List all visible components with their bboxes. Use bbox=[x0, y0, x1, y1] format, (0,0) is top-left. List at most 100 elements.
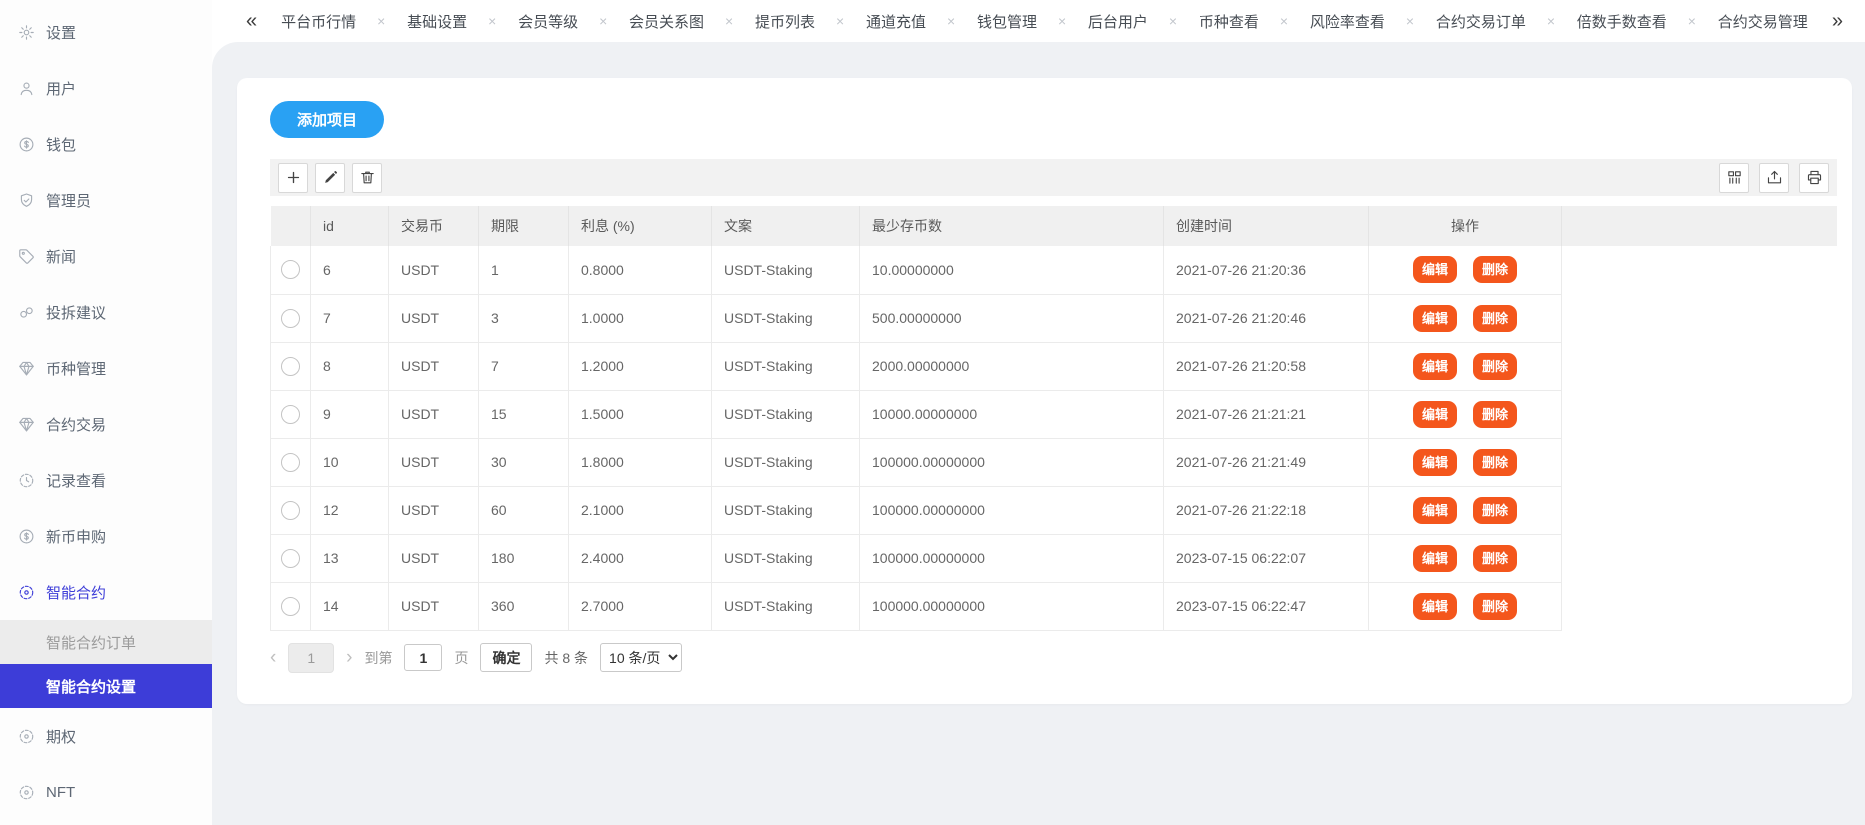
tab-item-6[interactable]: 钱包管理 × bbox=[977, 11, 1066, 32]
delete-row-button[interactable] bbox=[352, 163, 382, 193]
tab-item-2[interactable]: 会员等级 × bbox=[518, 11, 607, 32]
prev-page-button[interactable]: ‹ bbox=[270, 648, 276, 667]
current-page-button[interactable]: 1 bbox=[288, 643, 334, 673]
sidebar-item-news[interactable]: 新闻 bbox=[0, 228, 212, 284]
tab-item-10[interactable]: 合约交易订单 × bbox=[1436, 11, 1555, 32]
cell-id: 13 bbox=[311, 534, 389, 582]
row-radio[interactable] bbox=[281, 549, 300, 568]
tab-item-7[interactable]: 后台用户 × bbox=[1088, 11, 1177, 32]
coin-icon bbox=[17, 527, 35, 545]
sidebar-item-label: 新币申购 bbox=[46, 526, 106, 547]
tab-label[interactable]: 后台用户 bbox=[1088, 11, 1148, 32]
tab-close-icon[interactable]: × bbox=[1406, 13, 1414, 29]
collapse-tabs-left-icon[interactable]: « bbox=[246, 11, 257, 31]
tab-item-12[interactable]: 合约交易管理 bbox=[1718, 11, 1808, 32]
tab-close-icon[interactable]: × bbox=[725, 13, 733, 29]
main-area: « 平台币行情×基础设置×会员等级×会员关系图×提币列表×通道充值×钱包管理×后… bbox=[212, 0, 1865, 825]
tab-item-8[interactable]: 币种查看 × bbox=[1199, 11, 1288, 32]
row-radio[interactable] bbox=[281, 260, 300, 279]
delete-button[interactable]: 删除 bbox=[1473, 545, 1517, 572]
sidebar-item-coin-manage[interactable]: 币种管理 bbox=[0, 340, 212, 396]
page-size-select[interactable]: 10 条/页 bbox=[600, 643, 682, 672]
tab-item-11[interactable]: 倍数手数查看 × bbox=[1577, 11, 1696, 32]
sidebar-item-nft[interactable]: NFT bbox=[0, 764, 212, 820]
delete-button[interactable]: 删除 bbox=[1473, 401, 1517, 428]
tab-close-icon[interactable]: × bbox=[1688, 13, 1696, 29]
edit-button[interactable]: 编辑 bbox=[1413, 401, 1457, 428]
row-radio[interactable] bbox=[281, 405, 300, 424]
delete-button[interactable]: 删除 bbox=[1473, 593, 1517, 620]
column-header: 期限 bbox=[479, 206, 569, 246]
tab-label[interactable]: 会员关系图 bbox=[629, 11, 704, 32]
sidebar-item-new-coin-subscribe[interactable]: 新币申购 bbox=[0, 508, 212, 564]
cell-id: 7 bbox=[311, 294, 389, 342]
sidebar-item-suggestions[interactable]: 投拆建议 bbox=[0, 284, 212, 340]
sidebar-item-smart-contract[interactable]: 智能合约 bbox=[0, 564, 212, 620]
tab-close-icon[interactable]: × bbox=[1169, 13, 1177, 29]
edit-button[interactable]: 编辑 bbox=[1413, 353, 1457, 380]
delete-button[interactable]: 删除 bbox=[1473, 449, 1517, 476]
tab-label[interactable]: 合约交易管理 bbox=[1718, 11, 1808, 32]
add-item-button[interactable]: 添加项目 bbox=[270, 101, 384, 138]
tab-label[interactable]: 提币列表 bbox=[755, 11, 815, 32]
edit-row-button[interactable] bbox=[315, 163, 345, 193]
tab-close-icon[interactable]: × bbox=[947, 13, 955, 29]
delete-button[interactable]: 删除 bbox=[1473, 497, 1517, 524]
sidebar-item-users[interactable]: 用户 bbox=[0, 60, 212, 116]
tab-label[interactable]: 会员等级 bbox=[518, 11, 578, 32]
sidebar-item-contract-trade[interactable]: 合约交易 bbox=[0, 396, 212, 452]
edit-button[interactable]: 编辑 bbox=[1413, 497, 1457, 524]
tab-close-icon[interactable]: × bbox=[599, 13, 607, 29]
row-actions-cell: 编辑删除 bbox=[1369, 582, 1562, 630]
sidebar-item-record-view[interactable]: 记录查看 bbox=[0, 452, 212, 508]
sidebar-item-smart-contract-settings[interactable]: 智能合约设置 bbox=[0, 664, 212, 708]
tab-label[interactable]: 风险率查看 bbox=[1310, 11, 1385, 32]
tab-label[interactable]: 倍数手数查看 bbox=[1577, 11, 1667, 32]
edit-button[interactable]: 编辑 bbox=[1413, 305, 1457, 332]
collapse-tabs-right-icon[interactable]: » bbox=[1832, 11, 1843, 31]
sidebar-item-smart-contract-orders[interactable]: 智能合约订单 bbox=[0, 620, 212, 664]
edit-button[interactable]: 编辑 bbox=[1413, 256, 1457, 283]
row-radio[interactable] bbox=[281, 357, 300, 376]
sidebar-item-settings[interactable]: 设置 bbox=[0, 4, 212, 60]
tab-item-5[interactable]: 通道充值 × bbox=[866, 11, 955, 32]
tab-close-icon[interactable]: × bbox=[1058, 13, 1066, 29]
add-row-button[interactable] bbox=[278, 163, 308, 193]
tab-item-9[interactable]: 风险率查看 × bbox=[1310, 11, 1414, 32]
tab-close-icon[interactable]: × bbox=[1280, 13, 1288, 29]
edit-button[interactable]: 编辑 bbox=[1413, 449, 1457, 476]
tab-item-4[interactable]: 提币列表 × bbox=[755, 11, 844, 32]
tab-item-1[interactable]: 基础设置 × bbox=[407, 11, 496, 32]
delete-button[interactable]: 删除 bbox=[1473, 305, 1517, 332]
tab-close-icon[interactable]: × bbox=[836, 13, 844, 29]
sidebar-item-admins[interactable]: 管理员 bbox=[0, 172, 212, 228]
row-radio[interactable] bbox=[281, 453, 300, 472]
sidebar-item-wallet[interactable]: 钱包 bbox=[0, 116, 212, 172]
tab-close-icon[interactable]: × bbox=[1547, 13, 1555, 29]
tab-item-3[interactable]: 会员关系图 × bbox=[629, 11, 733, 32]
tab-label[interactable]: 基础设置 bbox=[407, 11, 467, 32]
confirm-page-button[interactable]: 确定 bbox=[480, 643, 532, 672]
edit-button[interactable]: 编辑 bbox=[1413, 545, 1457, 572]
delete-button[interactable]: 删除 bbox=[1473, 353, 1517, 380]
tab-label[interactable]: 钱包管理 bbox=[977, 11, 1037, 32]
tab-label[interactable]: 合约交易订单 bbox=[1436, 11, 1526, 32]
next-page-button[interactable]: › bbox=[346, 648, 352, 667]
row-radio[interactable] bbox=[281, 309, 300, 328]
row-radio[interactable] bbox=[281, 501, 300, 520]
column-settings-button[interactable] bbox=[1719, 163, 1749, 193]
tab-label[interactable]: 币种查看 bbox=[1199, 11, 1259, 32]
edit-button[interactable]: 编辑 bbox=[1413, 593, 1457, 620]
tab-close-icon[interactable]: × bbox=[488, 13, 496, 29]
delete-button[interactable]: 删除 bbox=[1473, 256, 1517, 283]
tab-label[interactable]: 通道充值 bbox=[866, 11, 926, 32]
print-button[interactable] bbox=[1799, 163, 1829, 193]
page-number-input[interactable] bbox=[404, 644, 442, 671]
tab-close-icon[interactable]: × bbox=[377, 13, 385, 29]
sidebar-item-options[interactable]: 期权 bbox=[0, 708, 212, 764]
row-radio[interactable] bbox=[281, 597, 300, 616]
cell-interest: 2.4000 bbox=[569, 534, 712, 582]
export-button[interactable] bbox=[1759, 163, 1789, 193]
tab-item-0[interactable]: 平台币行情 × bbox=[281, 11, 385, 32]
tab-label[interactable]: 平台币行情 bbox=[281, 11, 356, 32]
